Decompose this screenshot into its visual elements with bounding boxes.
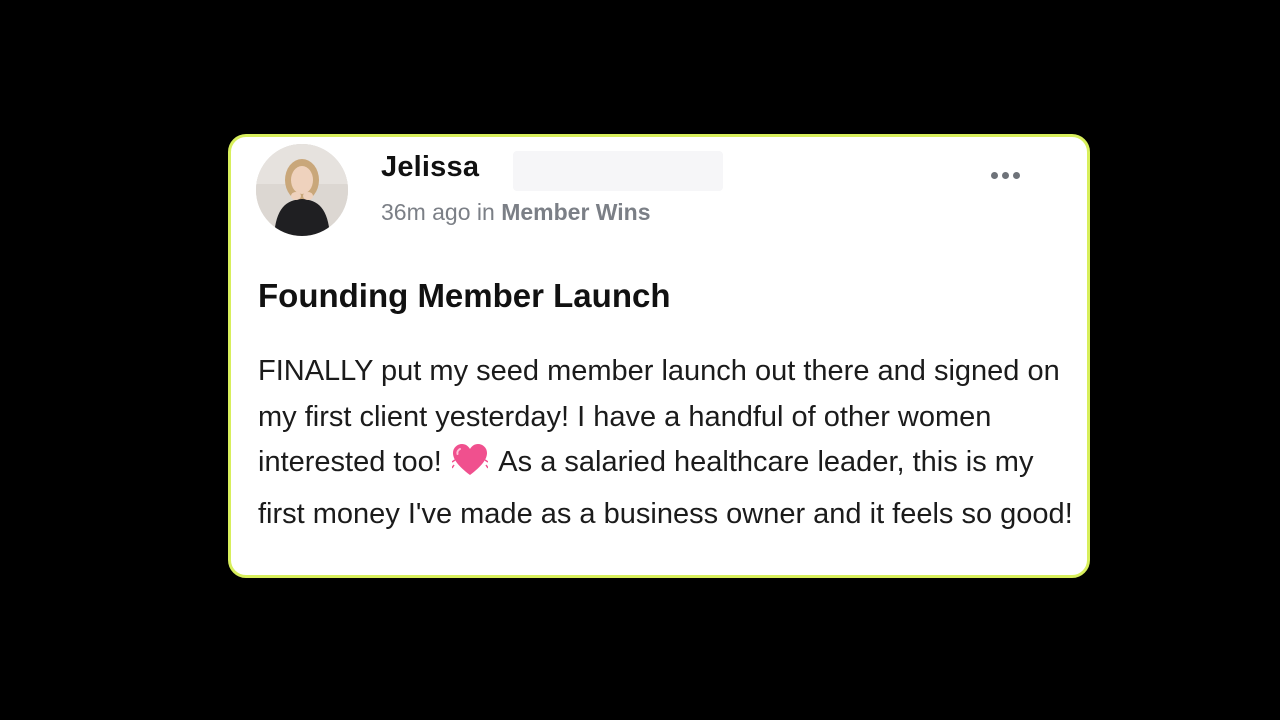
post-meta: 36m ago in Member Wins: [381, 199, 651, 226]
avatar-photo: [256, 144, 348, 236]
redacted-surname: [513, 151, 723, 191]
author-name[interactable]: Jelissa: [381, 151, 479, 184]
more-dot-icon: [1012, 171, 1020, 179]
meta-connector: in: [476, 199, 495, 225]
post-title: Founding Member Launch: [258, 277, 671, 314]
more-dot-icon: [1001, 171, 1009, 179]
post-time: 36m ago: [381, 199, 471, 225]
more-dot-icon: [990, 171, 998, 179]
more-options-button[interactable]: [985, 163, 1025, 187]
author-avatar[interactable]: [256, 144, 348, 236]
category-link[interactable]: Member Wins: [501, 199, 650, 225]
post-body: FINALLY put my seed member launch out th…: [258, 349, 1078, 537]
heart-icon: [451, 443, 489, 492]
post-card: Jelissa 36m ago in Member Wins Founding …: [228, 134, 1090, 578]
